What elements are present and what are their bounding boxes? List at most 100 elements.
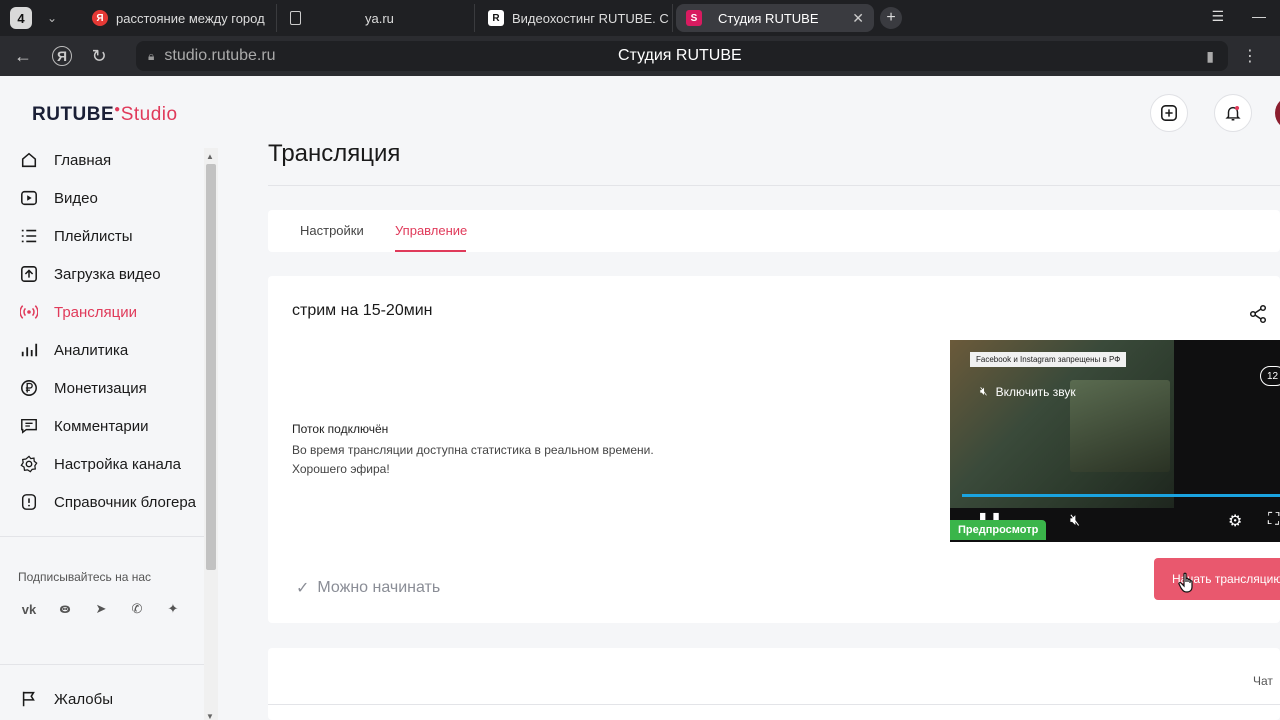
- info-icon: [21, 494, 37, 510]
- settings-icon[interactable]: ⚙: [1228, 511, 1242, 531]
- add-square-icon: [1161, 105, 1177, 121]
- more-vert-icon[interactable]: ⋮: [1242, 46, 1258, 66]
- minimize-icon[interactable]: —: [1252, 8, 1266, 25]
- browser-addressbar: ← Я ↻ 🔒︎ studio.rutube.ru Студия RUTUBE …: [0, 36, 1280, 76]
- browser-tab-rutube[interactable]: R Видеохостинг RUTUBE. С: [478, 4, 673, 32]
- sidebar-item-home[interactable]: Главная: [20, 145, 111, 175]
- share-icon[interactable]: [1248, 304, 1268, 329]
- page-title-text: Студия RUTUBE: [618, 47, 742, 64]
- rutube-studio-logo[interactable]: RUTUBE●Studio: [32, 104, 178, 126]
- menu-icon[interactable]: ☰: [1211, 8, 1224, 25]
- dzen-icon[interactable]: ✦: [162, 598, 184, 620]
- sidebar-item-label: Жалобы: [54, 690, 113, 708]
- tab-management[interactable]: Управление: [395, 223, 467, 238]
- studio-favicon-icon: S: [686, 10, 702, 26]
- browser-tab-ya[interactable]: ya.ru: [280, 4, 475, 32]
- comments-icon: [21, 418, 37, 434]
- new-tab-button[interactable]: +: [880, 7, 902, 29]
- sidebar-item-video[interactable]: Видео: [20, 183, 98, 213]
- sidebar-item-label: Аналитика: [54, 341, 129, 359]
- unmute-label: Включить звук: [995, 384, 1076, 399]
- fullscreen-icon[interactable]: ⛶: [1268, 511, 1279, 529]
- tab-label: расстояние между город: [116, 10, 265, 26]
- browser-tab-search[interactable]: Я расстояние между город: [82, 4, 277, 32]
- ready-label: Можно начинать: [317, 579, 441, 596]
- analytics-icon: [21, 343, 38, 357]
- close-icon[interactable]: ✕: [852, 10, 864, 27]
- chat-card: Чат: [268, 648, 1280, 720]
- broadcast-icon: [20, 305, 38, 319]
- sidebar-scrollbar-thumb[interactable]: [206, 164, 216, 570]
- hand-cursor-icon: [1178, 572, 1193, 593]
- title-divider: [268, 185, 1280, 186]
- mute-icon[interactable]: 🔇︎: [1070, 512, 1080, 530]
- yandex-icon[interactable]: Я: [52, 46, 72, 66]
- logo-main: RUTUBE: [32, 104, 115, 125]
- tab-settings[interactable]: Настройки: [300, 223, 364, 238]
- notifications-button[interactable]: [1214, 94, 1252, 132]
- sidebar-item-blogger-guide[interactable]: Справочник блогера: [20, 487, 196, 517]
- scroll-down-icon[interactable]: ▼: [206, 712, 214, 720]
- window-controls: ☰ —: [1211, 8, 1266, 25]
- reload-icon[interactable]: ↻: [84, 41, 114, 71]
- bookmark-icon[interactable]: ▮: [1206, 48, 1214, 65]
- poster-image: [1070, 380, 1170, 472]
- browser-tab-studio[interactable]: S Студия RUTUBE ✕: [676, 4, 874, 32]
- chat-label: Чат: [1253, 674, 1273, 688]
- sidebar-item-complaints[interactable]: Жалобы: [20, 684, 113, 714]
- sidebar-item-label: Загрузка видео: [54, 265, 161, 283]
- browser-tabbar: 4 ⌄ Я расстояние между город ya.ru R Вид…: [0, 0, 1280, 36]
- preview-player[interactable]: Facebook и Instagram запрещены в РФ 🔇︎ В…: [950, 340, 1280, 542]
- bell-icon: [1225, 105, 1241, 121]
- stream-status-line: Хорошего эфира!: [292, 462, 390, 476]
- sidebar-divider: [0, 664, 204, 665]
- sidebar-item-label: Комментарии: [54, 417, 149, 435]
- sidebar-item-label: Монетизация: [54, 379, 147, 397]
- create-button[interactable]: [1150, 94, 1188, 132]
- chat-divider: [268, 704, 1280, 705]
- sidebar: RUTUBE●Studio Главная Видео Плейлисты За…: [0, 76, 220, 720]
- logo-studio: Studio: [120, 104, 178, 125]
- stream-name: стрим на 15-20мин: [292, 302, 433, 319]
- viber-icon[interactable]: ✆: [126, 598, 148, 620]
- telegram-icon[interactable]: ➤: [90, 598, 112, 620]
- sidebar-item-label: Видео: [54, 189, 98, 207]
- tab-label: ya.ru: [365, 10, 394, 26]
- sidebar-item-analytics[interactable]: Аналитика: [20, 335, 128, 365]
- ruble-icon: [21, 380, 37, 396]
- yandex-favicon-icon: Я: [92, 10, 108, 26]
- url-field[interactable]: 🔒︎ studio.rutube.ru Студия RUTUBE ▮: [136, 41, 1228, 71]
- tab-count-badge[interactable]: 4: [10, 7, 32, 29]
- ok-icon[interactable]: ꙫ: [54, 598, 76, 620]
- stream-status-title: Поток подключён: [292, 422, 389, 436]
- back-arrow-icon[interactable]: ←: [8, 41, 38, 71]
- sidebar-item-monetization[interactable]: Монетизация: [20, 373, 147, 403]
- preview-badge: Предпросмотр: [950, 520, 1047, 540]
- flag-icon: [22, 691, 35, 707]
- document-icon: [290, 11, 301, 25]
- age-rating-badge: 12: [1260, 366, 1280, 386]
- lock-icon: 🔒︎: [148, 48, 155, 63]
- social-links: vk ꙫ ➤ ✆ ✦: [18, 598, 184, 620]
- progress-bar[interactable]: [962, 494, 1280, 497]
- check-icon: ✓: [296, 580, 310, 597]
- sidebar-item-label: Плейлисты: [54, 227, 133, 245]
- sidebar-item-comments[interactable]: Комментарии: [20, 411, 148, 441]
- subscribe-label: Подписывайтесь на нас: [18, 570, 152, 584]
- sidebar-item-upload[interactable]: Загрузка видео: [20, 259, 161, 289]
- scroll-up-icon[interactable]: ▲: [206, 152, 214, 161]
- ready-status: ✓ Можно начинать: [296, 578, 440, 598]
- start-broadcast-button[interactable]: Начать трансляцию: [1154, 558, 1280, 600]
- upload-icon: [21, 266, 37, 282]
- chevron-down-icon[interactable]: ⌄: [40, 6, 64, 30]
- sidebar-item-label: Главная: [54, 151, 112, 169]
- restriction-banner: Facebook и Instagram запрещены в РФ: [970, 352, 1127, 367]
- sidebar-item-playlists[interactable]: Плейлисты: [20, 221, 133, 251]
- avatar[interactable]: [1275, 96, 1280, 130]
- vk-icon[interactable]: vk: [18, 598, 40, 620]
- tab-label: Студия RUTUBE: [718, 10, 819, 26]
- sidebar-item-label: Трансляции: [54, 303, 138, 321]
- sidebar-item-channel-settings[interactable]: Настройка канала: [20, 449, 181, 479]
- unmute-button[interactable]: 🔇︎ Включить звук: [980, 384, 1076, 399]
- sidebar-item-broadcasts[interactable]: Трансляции: [20, 297, 137, 327]
